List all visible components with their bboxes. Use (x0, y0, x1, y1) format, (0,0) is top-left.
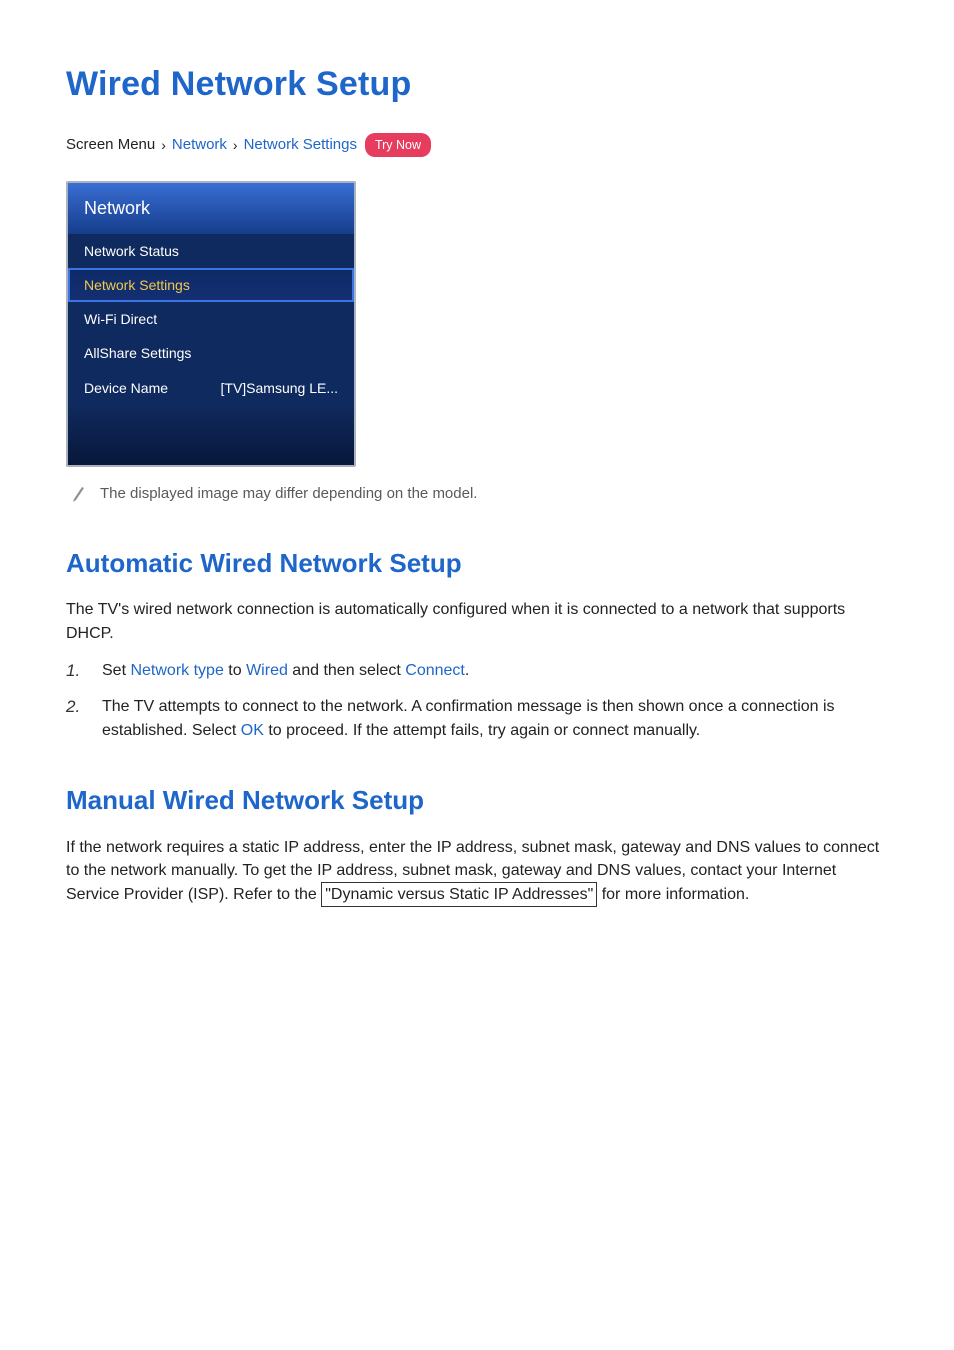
menu-item-allshare-settings[interactable]: AllShare Settings (68, 336, 354, 370)
step-2-text: The TV attempts to connect to the networ… (102, 695, 888, 741)
chevron-right-icon: › (233, 135, 238, 155)
manual-para: If the network requires a static IP addr… (66, 836, 888, 908)
try-now-badge[interactable]: Try Now (365, 133, 431, 157)
section-title-manual: Manual Wired Network Setup (66, 782, 888, 820)
kw-connect: Connect (405, 662, 465, 679)
kw-ok: OK (241, 722, 264, 739)
menu-item-label: Network Status (84, 241, 179, 261)
menu-item-device-name[interactable]: Device Name [TV]Samsung LE... (68, 371, 354, 405)
step-number: 1. (66, 659, 88, 684)
step-1-text: Set Network type to Wired and then selec… (102, 659, 469, 684)
menu-item-network-settings[interactable]: Network Settings (68, 268, 354, 302)
kw-network-type: Network type (130, 662, 223, 679)
note-text: The displayed image may differ depending… (100, 483, 477, 505)
breadcrumb-network-settings: Network Settings (244, 134, 357, 156)
network-menu-screenshot: Network Network Status Network Settings … (66, 181, 356, 467)
page-title: Wired Network Setup (66, 60, 888, 109)
pencil-icon (72, 484, 86, 502)
breadcrumb: Screen Menu › Network › Network Settings… (66, 133, 888, 157)
step-number: 2. (66, 695, 88, 741)
menu-item-value: [TV]Samsung LE... (221, 378, 339, 398)
kw-wired: Wired (246, 662, 288, 679)
auto-steps: 1. Set Network type to Wired and then se… (66, 659, 888, 742)
menu-spacer (68, 405, 354, 465)
breadcrumb-prefix: Screen Menu (66, 134, 155, 156)
menu-item-label: Wi-Fi Direct (84, 309, 157, 329)
note-row: The displayed image may differ depending… (66, 483, 888, 505)
breadcrumb-network: Network (172, 134, 227, 156)
section-title-auto: Automatic Wired Network Setup (66, 545, 888, 583)
menu-item-wifi-direct[interactable]: Wi-Fi Direct (68, 302, 354, 336)
auto-intro: The TV's wired network connection is aut… (66, 598, 888, 644)
menu-header: Network (68, 183, 354, 233)
menu-item-label: Network Settings (84, 275, 190, 295)
step-2: 2. The TV attempts to connect to the net… (66, 695, 888, 741)
link-dynamic-vs-static[interactable]: "Dynamic versus Static IP Addresses" (321, 882, 597, 907)
step-1: 1. Set Network type to Wired and then se… (66, 659, 888, 684)
menu-item-network-status[interactable]: Network Status (68, 234, 354, 268)
menu-item-label: Device Name (84, 378, 168, 398)
chevron-right-icon: › (161, 135, 166, 155)
menu-item-label: AllShare Settings (84, 343, 191, 363)
